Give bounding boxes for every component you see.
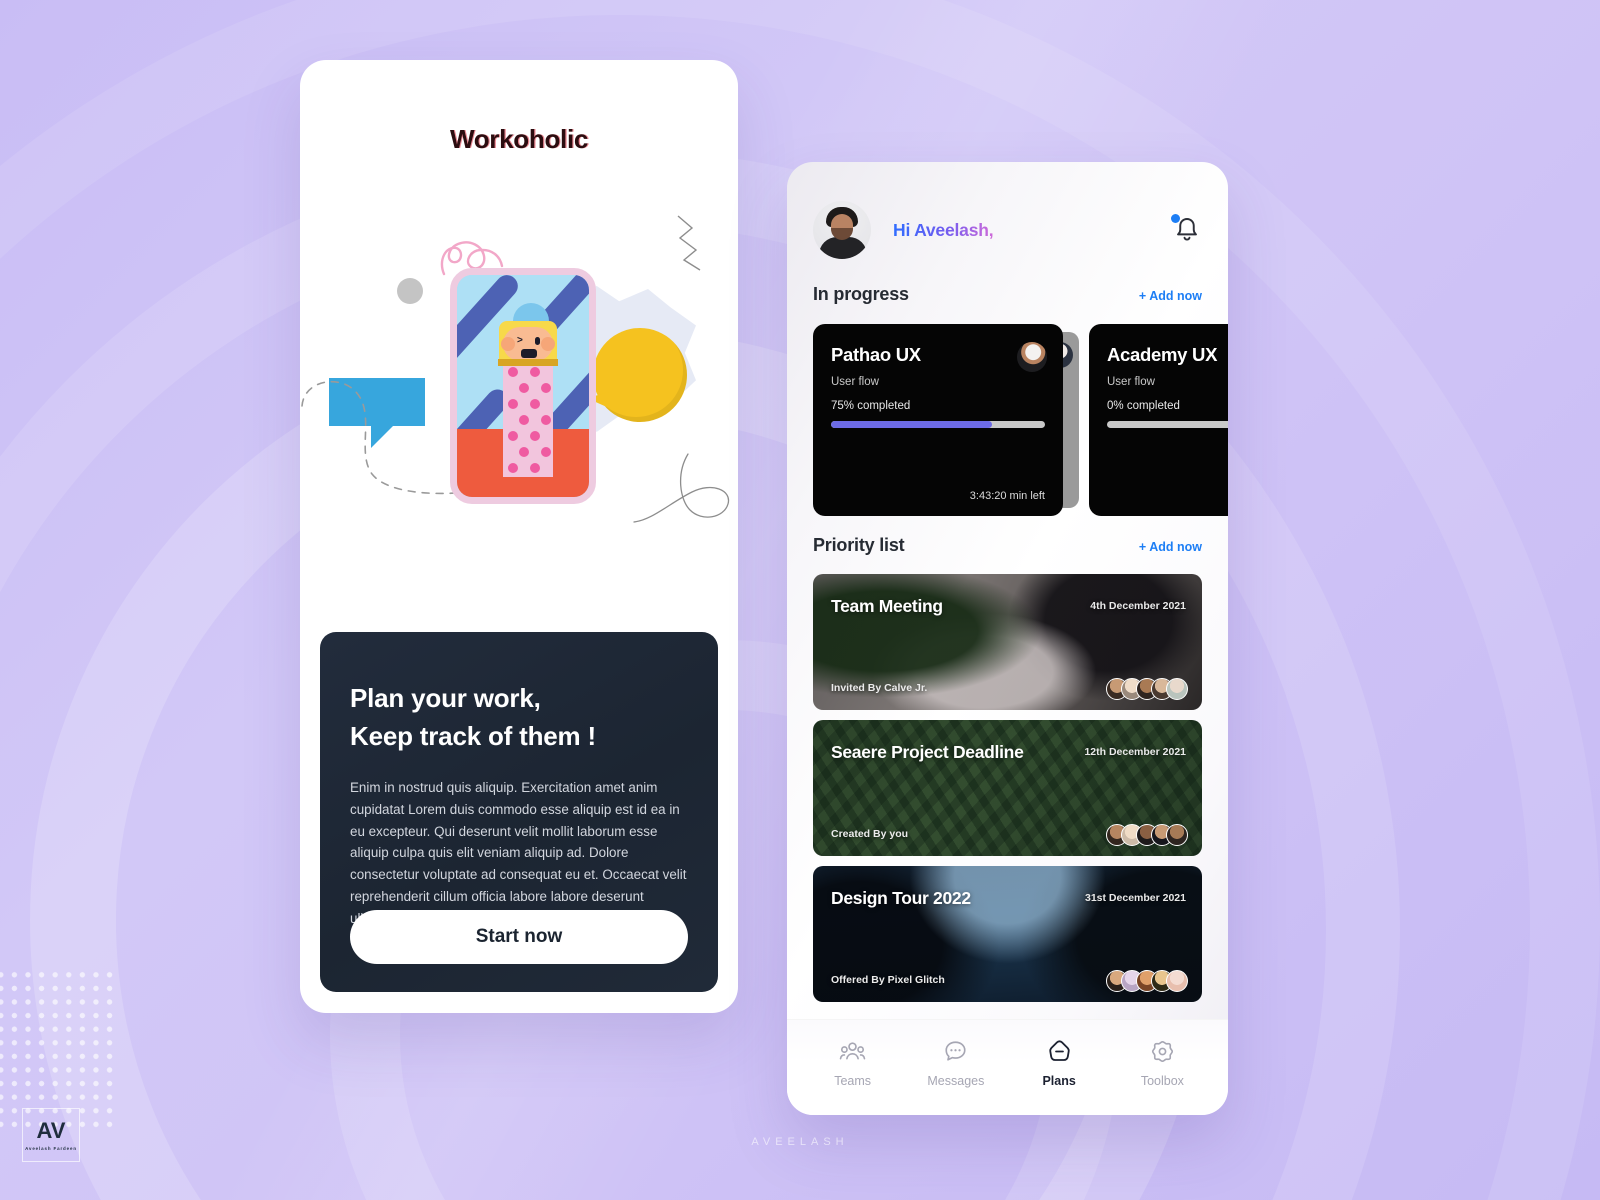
footer-watermark: AVEELASH (751, 1136, 849, 1148)
dashboard-header: Hi Aveelash, (813, 200, 1202, 260)
priority-title: Team Meeting (831, 596, 943, 616)
progress-bar-fill (831, 421, 992, 428)
progress-bar (831, 421, 1045, 428)
list-item[interactable]: Seaere Project Deadline 12th December 20… (813, 720, 1202, 856)
priority-attribution: Invited By Calve Jr. (831, 682, 928, 694)
priority-date: 31st December 2021 (1085, 892, 1186, 904)
nav-item-teams[interactable]: Teams (810, 1038, 896, 1088)
nav-label: Messages (927, 1073, 985, 1088)
decor-loop-icon (633, 453, 730, 523)
progress-label: 0% completed (1107, 400, 1180, 412)
priority-list: Team Meeting 4th December 2021 Invited B… (813, 574, 1202, 1012)
in-progress-rail[interactable]: Persona Wireframing Pathao UX User flow … (813, 324, 1228, 516)
gear-icon (1151, 1040, 1173, 1062)
nav-label: Toolbox (1140, 1073, 1184, 1088)
project-title: Academy UX (1107, 344, 1218, 365)
pentagon-minus-icon (1048, 1039, 1070, 1061)
decor-zigzag-icon (677, 215, 701, 271)
illustration-eye-right (535, 337, 540, 345)
designer-logo: AV Aveelash Fardeen (22, 1108, 80, 1162)
illustration-phone-frame: > (450, 268, 596, 504)
avatar-stack[interactable] (1106, 970, 1188, 992)
canvas: Workoholic > Plan your work, Keep track … (0, 0, 1600, 1200)
list-item[interactable]: Design Tour 2022 31st December 2021 Offe… (813, 866, 1202, 1002)
avatar[interactable] (813, 201, 871, 259)
notifications-button[interactable] (1171, 214, 1202, 245)
project-subtitle: User flow (831, 376, 879, 388)
onboarding-copy-card: Plan your work, Keep track of them ! Eni… (320, 632, 718, 992)
headline-line-1: Plan your work, (350, 683, 541, 713)
in-progress-card[interactable]: Pathao UX User flow 75% completed 3:43:2… (813, 324, 1063, 516)
priority-section-header: Priority list + Add now (813, 535, 1202, 556)
priority-attribution: Created By you (831, 828, 909, 840)
illustration-character-body (503, 359, 553, 477)
priority-add-now-link[interactable]: + Add now (1139, 540, 1202, 554)
decor-gray-dot (397, 278, 423, 304)
project-subtitle: User flow (1107, 376, 1155, 388)
illustration-cheek (501, 337, 515, 351)
priority-list-title: Priority list (813, 535, 905, 555)
hero-illustration: > (300, 210, 738, 630)
in-progress-title: In progress (813, 284, 909, 304)
priority-date: 12th December 2021 (1084, 746, 1186, 758)
decor-yellow-circle (593, 328, 687, 422)
illustration-eye-left: > (517, 335, 523, 346)
priority-title: Seaere Project Deadline (831, 742, 1024, 762)
project-title: Pathao UX (831, 344, 921, 365)
start-now-button[interactable]: Start now (350, 910, 688, 964)
project-footer-status: 3:43:20 min left (969, 490, 1045, 502)
onboarding-body-text: Enim in nostrud quis aliquip. Exercitati… (350, 780, 687, 925)
list-item[interactable]: Team Meeting 4th December 2021 Invited B… (813, 574, 1202, 710)
people-icon (839, 1041, 866, 1059)
priority-attribution: Offered By Pixel Glitch (831, 974, 945, 986)
illustration-mouth (521, 349, 537, 358)
app-title: Workoholic (449, 124, 589, 154)
progress-bar (1107, 421, 1228, 428)
bottom-navigation: Teams Messages Plans Toolbox (787, 1019, 1228, 1115)
greeting-text: Hi Aveelash, (893, 219, 994, 240)
avatar-stack[interactable] (1106, 824, 1188, 846)
in-progress-section-header: In progress + Add now (813, 284, 1202, 305)
project-avatar (1017, 342, 1047, 372)
dashboard-screen: Hi Aveelash, In progress + Add now Perso… (787, 162, 1228, 1115)
nav-item-messages[interactable]: Messages (913, 1038, 999, 1088)
priority-title: Design Tour 2022 (831, 888, 971, 908)
illustration-hat-brim (498, 359, 558, 366)
illustration-cheek (541, 337, 555, 351)
progress-label: 75% completed (831, 400, 911, 412)
headline-line-2: Keep track of them ! (350, 720, 596, 751)
onboarding-screen: Workoholic > Plan your work, Keep track … (300, 60, 738, 1013)
in-progress-card[interactable]: Academy UX User flow 0% completed Not st… (1089, 324, 1228, 516)
priority-date: 4th December 2021 (1090, 600, 1186, 612)
notification-dot (1171, 214, 1180, 223)
in-progress-add-now-link[interactable]: + Add now (1139, 289, 1202, 303)
nav-item-toolbox[interactable]: Toolbox (1119, 1038, 1205, 1088)
nav-item-plans[interactable]: Plans (1016, 1038, 1102, 1088)
nav-label: Teams (834, 1073, 872, 1088)
nav-label: Plans (1042, 1073, 1076, 1088)
onboarding-headline: Plan your work, Keep track of them ! (350, 680, 688, 755)
chat-bubble-icon (945, 1040, 966, 1061)
avatar-stack[interactable] (1106, 678, 1188, 700)
